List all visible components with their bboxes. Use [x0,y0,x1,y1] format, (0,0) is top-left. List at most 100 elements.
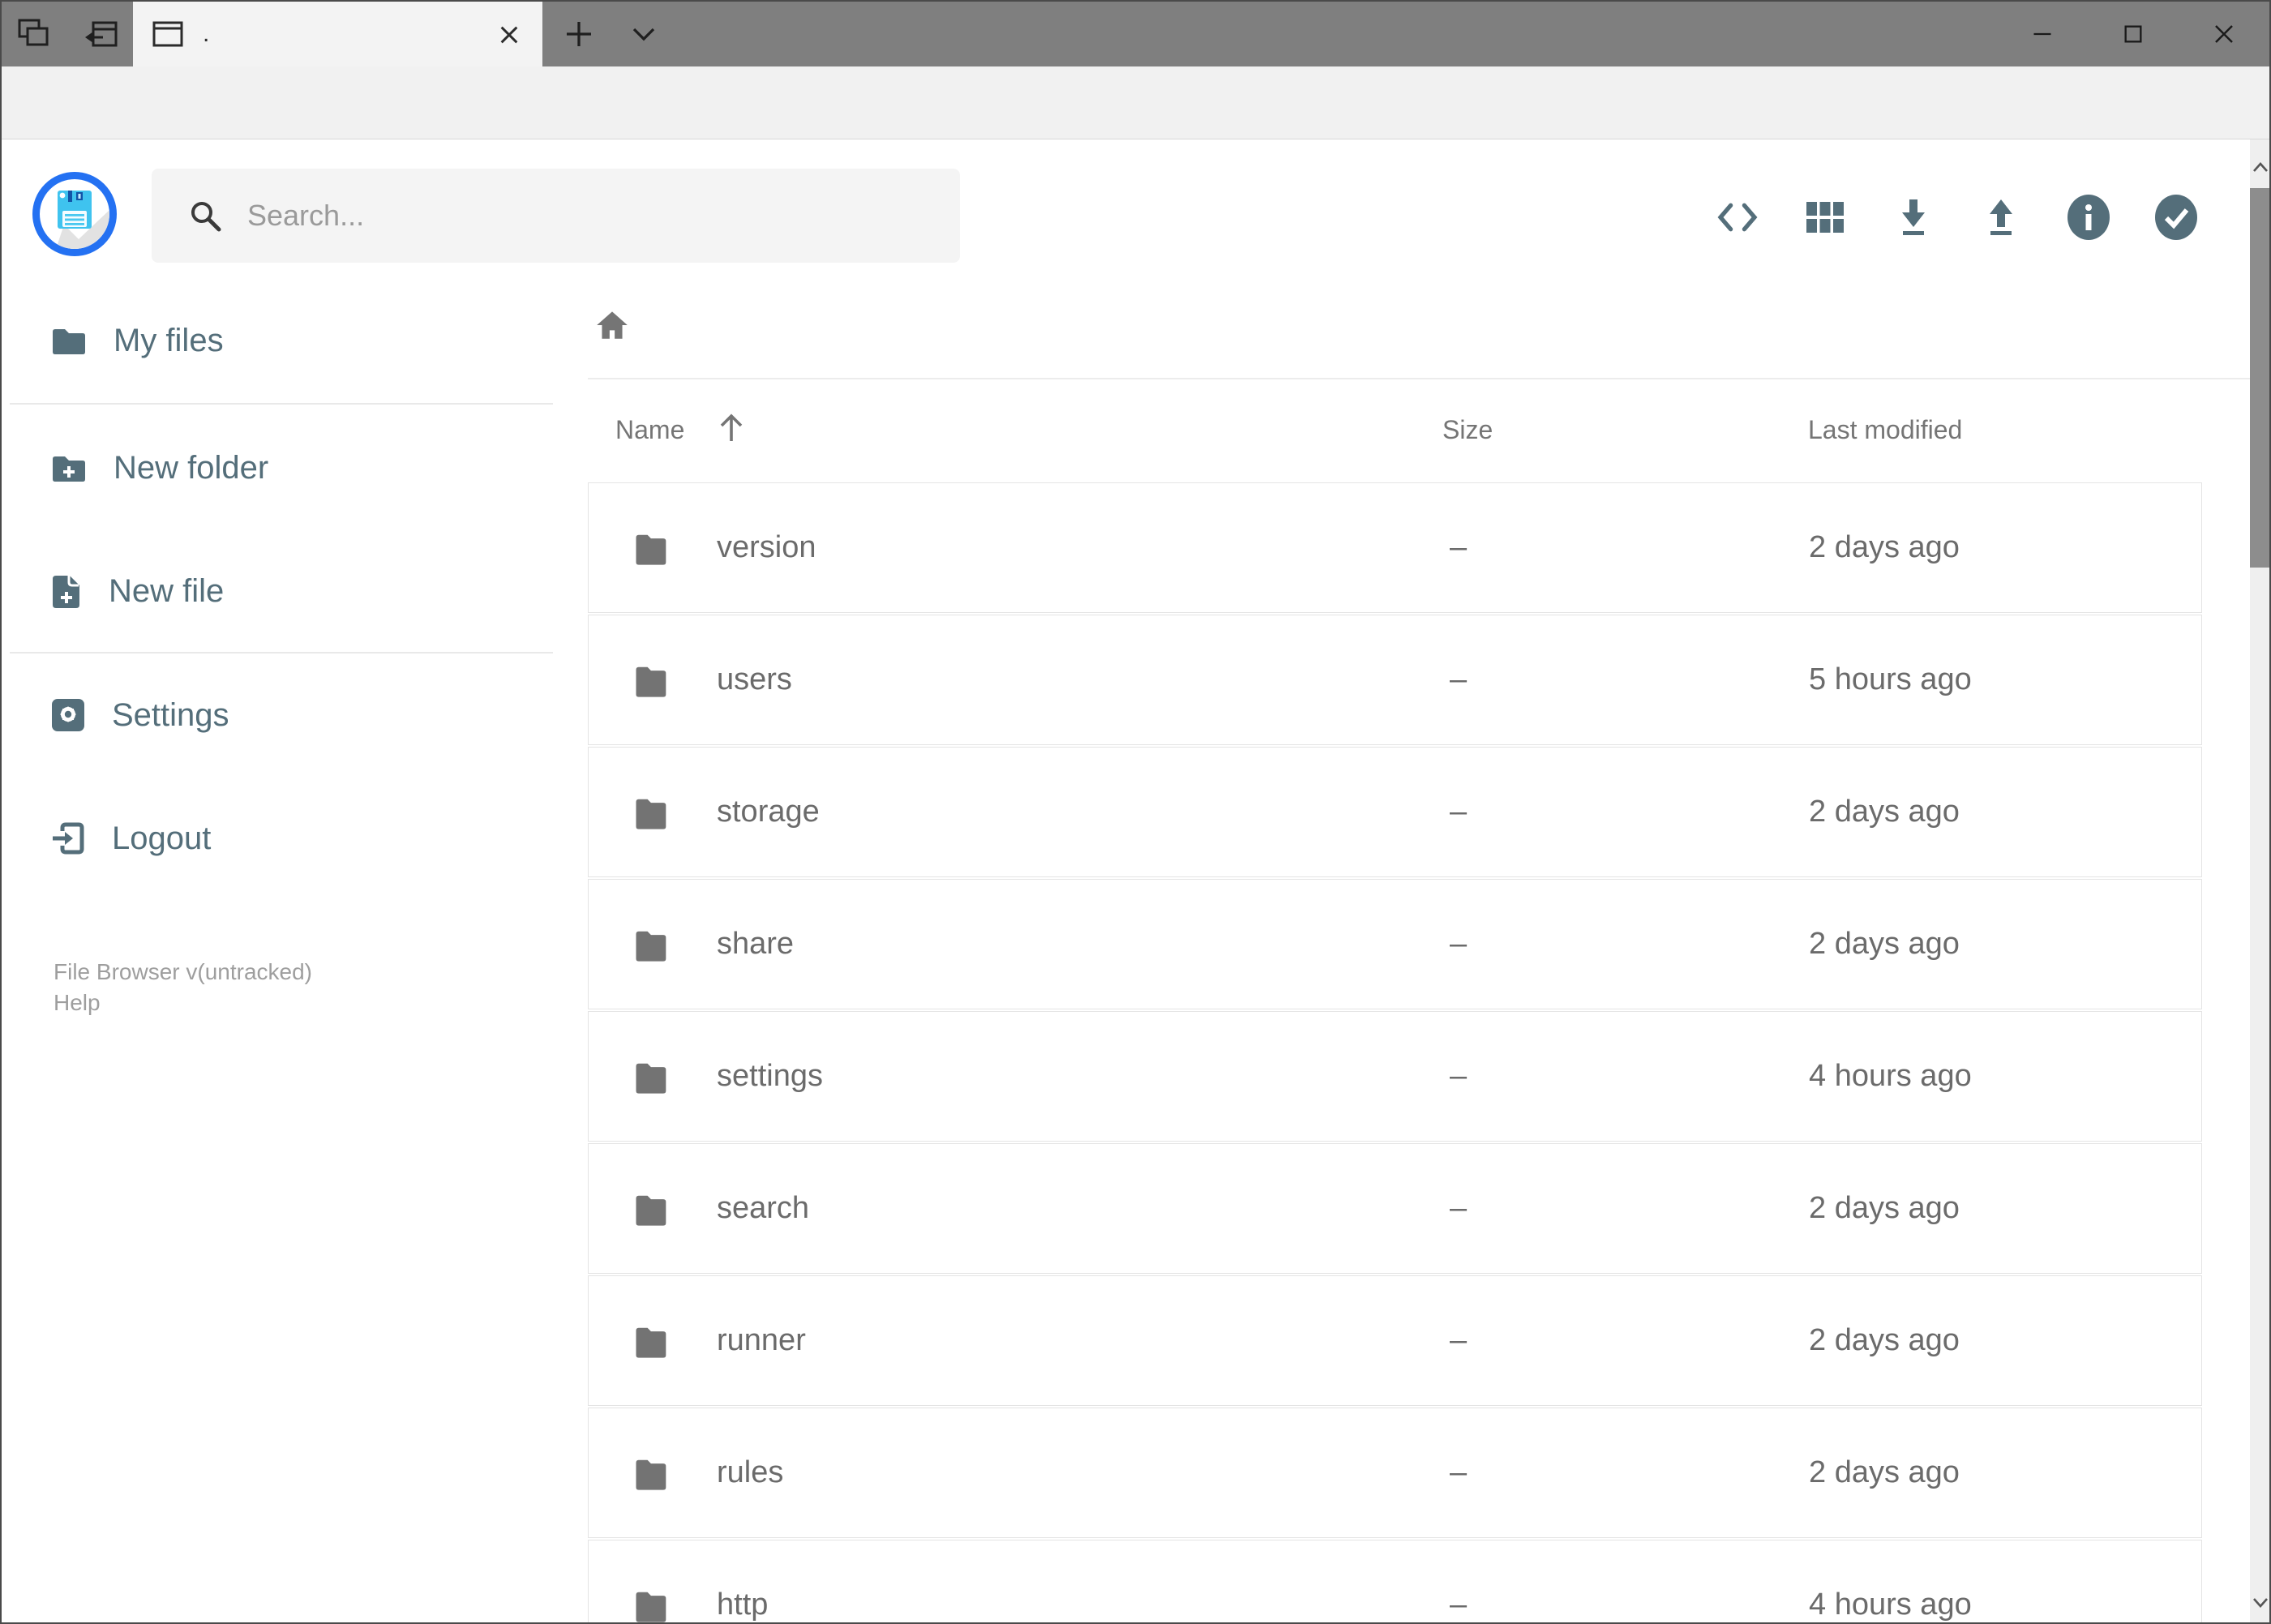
sidebar-item-settings[interactable]: Settings [2,691,569,739]
file-modified: 2 days ago [1809,795,1960,829]
sidebar-item-label: My files [114,322,224,358]
folder-icon [631,1057,673,1096]
file-name: rules [717,1455,784,1489]
sidebar-item-label: Logout [112,820,212,856]
breadcrumb-divider [588,378,2250,379]
file-modified: 2 days ago [1809,1455,1960,1489]
sidebar-item-label: New file [109,572,225,609]
scroll-down-icon[interactable] [2250,1590,2271,1614]
column-header-size[interactable]: Size [1442,415,1493,445]
file-name: settings [717,1059,823,1093]
sidebar-divider [10,652,553,653]
table-row[interactable]: storage – 2 days ago [588,747,2202,877]
app-version-text: File Browser v(untracked) [54,959,312,984]
table-row[interactable]: search – 2 days ago [588,1143,2202,1274]
upload-icon[interactable] [1977,191,2025,243]
table-row[interactable]: runner – 2 days ago [588,1275,2202,1406]
file-listing: Name Size Last modified version – 2 days… [588,269,2250,1624]
search-box[interactable] [152,169,960,263]
close-button[interactable] [2179,2,2269,66]
file-size: – [1450,1191,1468,1225]
folder-icon [631,925,673,964]
set-tabs-aside-icon[interactable] [68,2,133,66]
magnifier-icon [191,202,221,232]
browser-tab[interactable]: . [133,2,542,66]
file-size: – [1450,795,1468,829]
file-size: – [1450,662,1468,696]
help-link[interactable]: Help [54,988,312,1018]
filebrowser-logo [32,172,117,256]
new-tab-button[interactable] [546,2,611,66]
sidebar-item-logout[interactable]: Logout [2,814,569,863]
file-modified: 2 days ago [1809,1323,1960,1357]
tab-close-icon[interactable] [496,22,522,48]
file-name: users [717,662,792,696]
table-row[interactable]: settings – 4 hours ago [588,1011,2202,1142]
file-name: storage [717,795,820,829]
table-row[interactable]: share – 2 days ago [588,879,2202,1009]
file-name: version [717,530,816,564]
file-modified: 5 hours ago [1809,662,1972,696]
tab-previews-icon[interactable] [3,2,68,66]
search-input[interactable] [246,198,898,234]
file-name: runner [717,1323,806,1357]
scrollbar-thumb[interactable] [2250,188,2269,568]
file-name: search [717,1191,810,1225]
file-name: share [717,927,795,961]
browser-window: . filebr [0,0,2271,1624]
column-header-name[interactable]: Name [615,415,684,445]
maximize-button[interactable] [2088,2,2179,66]
file-size: – [1450,1455,1468,1489]
logout-icon [53,822,84,855]
file-modified: 2 days ago [1809,530,1960,564]
file-rows: version – 2 days ago users – 5 hours ago… [588,482,2202,1624]
info-circle-icon[interactable] [2065,191,2112,243]
sidebar: My files New folder New file Settings Lo… [2,269,588,1622]
grid-view-icon[interactable] [1802,191,1849,243]
folder-icon [631,1454,673,1493]
folder-icon [631,529,673,568]
file-size: – [1450,1059,1468,1093]
file-size: – [1450,530,1468,564]
sidebar-item-label: New folder [114,449,269,486]
file-size: – [1450,1323,1468,1357]
sidebar-item-new-file[interactable]: New file [2,567,569,615]
folder-icon [53,329,85,354]
browser-toolbar: filebrowser.web/files/ [2,66,2269,195]
breadcrumb-home-icon[interactable] [593,306,631,343]
folder-icon [631,1189,673,1228]
settings-gear-icon [52,699,84,731]
new-folder-icon [53,456,85,482]
tab-title: . [203,20,210,47]
download-icon[interactable] [1890,191,1937,243]
table-row[interactable]: rules – 2 days ago [588,1408,2202,1538]
file-size: – [1450,1588,1468,1622]
sidebar-divider [10,403,553,405]
sidebar-item-label: Settings [112,696,229,733]
tab-list-chevron-icon[interactable] [611,2,676,66]
new-file-icon [53,576,79,608]
tab-bar: . [2,2,2269,66]
minimize-button[interactable] [1997,2,2088,66]
file-size: – [1450,927,1468,961]
sidebar-item-my-files[interactable]: My files [2,316,569,365]
floppy-disk-logo [56,191,109,249]
check-circle-icon[interactable] [2153,191,2200,243]
folder-icon [631,1586,673,1624]
column-header-modified[interactable]: Last modified [1808,415,1962,445]
page-scrollbar [2250,139,2271,1622]
table-row[interactable]: users – 5 hours ago [588,615,2202,745]
scroll-up-icon[interactable] [2250,156,2271,180]
code-icon[interactable] [1714,191,1761,243]
file-modified: 2 days ago [1809,927,1960,961]
window-controls [1997,2,2269,66]
sidebar-item-new-folder[interactable]: New folder [2,443,569,492]
table-row[interactable]: http – 4 hours ago [588,1540,2202,1624]
file-name: http [717,1588,769,1622]
folder-icon [631,1322,673,1360]
file-modified: 2 days ago [1809,1191,1960,1225]
table-row[interactable]: version – 2 days ago [588,482,2202,613]
app-header [2,139,2250,269]
arrow-up-icon [720,413,743,441]
folder-icon [631,793,673,832]
